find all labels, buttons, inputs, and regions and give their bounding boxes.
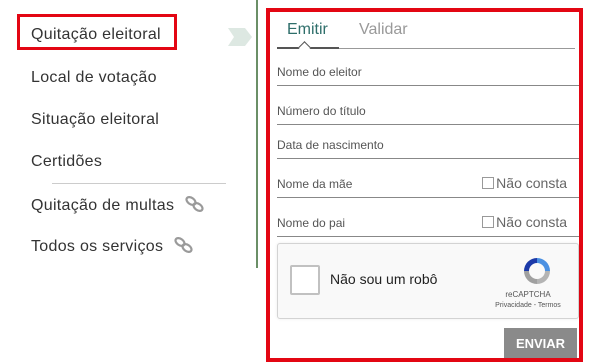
sidebar-item-situacao-eleitoral[interactable]: Situação eleitoral <box>31 111 159 129</box>
field-label: Nome da mãe <box>277 177 353 191</box>
recaptcha-links: Privacidade - Termos <box>478 302 578 309</box>
section-divider-line <box>256 0 258 268</box>
nome-eleitor-field[interactable]: Nome do eleitor <box>277 57 579 86</box>
field-label: Data de nascimento <box>277 138 384 152</box>
nao-consta-mae-checkbox[interactable]: Não consta <box>482 175 567 191</box>
recaptcha-brand: reCAPTCHA <box>505 290 551 299</box>
numero-titulo-field[interactable]: Número do título <box>277 96 579 125</box>
checkbox-label: Não consta <box>496 175 567 191</box>
field-label: Nome do pai <box>277 216 346 230</box>
tabs-baseline <box>339 48 575 49</box>
sidebar-item-quitacao-eleitoral[interactable]: Quitação eleitoral <box>31 26 161 44</box>
recaptcha-checkbox[interactable] <box>290 265 320 295</box>
enviar-button[interactable]: ENVIAR <box>504 328 577 358</box>
sidebar-item-label: Local de votação <box>31 69 157 86</box>
active-tab-notch <box>298 41 311 54</box>
sidebar-divider <box>52 183 226 184</box>
sidebar-nav: Quitação eleitoral Local de votação Situ… <box>0 0 258 363</box>
recaptcha-widget: Não sou um robô reCAPTCHA Privacidade - … <box>277 243 579 319</box>
nao-consta-pai-checkbox[interactable]: Não consta <box>482 214 567 230</box>
sidebar-item-label: Quitação de multas <box>31 197 175 214</box>
sidebar-item-local-de-votacao[interactable]: Local de votação <box>31 69 157 87</box>
sidebar-item-certidoes[interactable]: Certidões <box>31 153 102 171</box>
link-icon <box>174 237 194 258</box>
checkbox-icon[interactable] <box>482 216 495 228</box>
privacy-link[interactable]: Privacidade <box>495 302 532 309</box>
sidebar-item-label: Situação eleitoral <box>31 111 160 128</box>
recaptcha-label: Não sou um robô <box>330 271 438 287</box>
sidebar-item-label: Todos os serviços <box>31 238 164 255</box>
link-icon <box>185 196 205 217</box>
field-label: Nome do eleitor <box>277 65 362 79</box>
chevron-right-icon <box>228 27 253 47</box>
terms-link[interactable]: Termos <box>538 302 561 309</box>
checkbox-icon[interactable] <box>482 177 495 189</box>
sidebar-item-label: Quitação eleitoral <box>31 26 161 43</box>
sidebar-item-todos-os-servicos[interactable]: Todos os serviços <box>31 237 194 258</box>
sidebar-item-label: Certidões <box>31 153 103 170</box>
tab-validar[interactable]: Validar <box>359 21 408 39</box>
data-nascimento-field[interactable]: Data de nascimento <box>277 130 579 159</box>
field-label: Número do título <box>277 104 366 118</box>
tab-emitir[interactable]: Emitir <box>287 21 328 39</box>
sidebar-item-quitacao-de-multas[interactable]: Quitação de multas <box>31 196 205 217</box>
checkbox-label: Não consta <box>496 214 567 230</box>
service-form-panel: Emitir Validar Nome do eleitor Número do… <box>266 8 583 362</box>
nome-pai-field[interactable]: Nome do pai Não consta <box>277 208 579 237</box>
recaptcha-logo-icon <box>520 254 554 288</box>
nome-mae-field[interactable]: Nome da mãe Não consta <box>277 169 579 198</box>
